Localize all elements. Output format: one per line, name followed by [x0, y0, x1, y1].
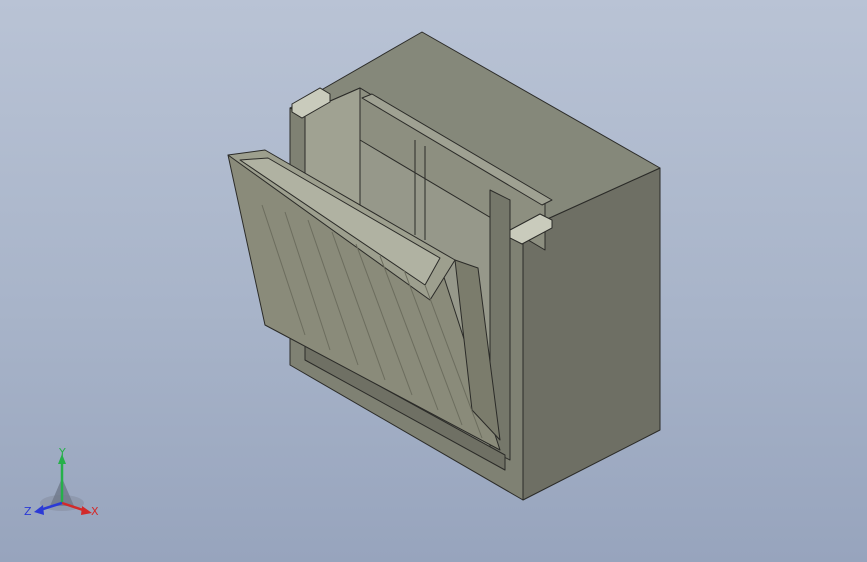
3d-model-view[interactable] — [0, 0, 867, 562]
z-axis-label: Z — [24, 505, 32, 518]
coordinate-triad: Y X Z — [24, 448, 99, 518]
graphics-viewport[interactable]: Y X Z — [0, 0, 867, 562]
z-axis-arrow — [34, 505, 44, 515]
x-axis-label: X — [91, 505, 99, 518]
y-axis-label: Y — [58, 448, 66, 459]
